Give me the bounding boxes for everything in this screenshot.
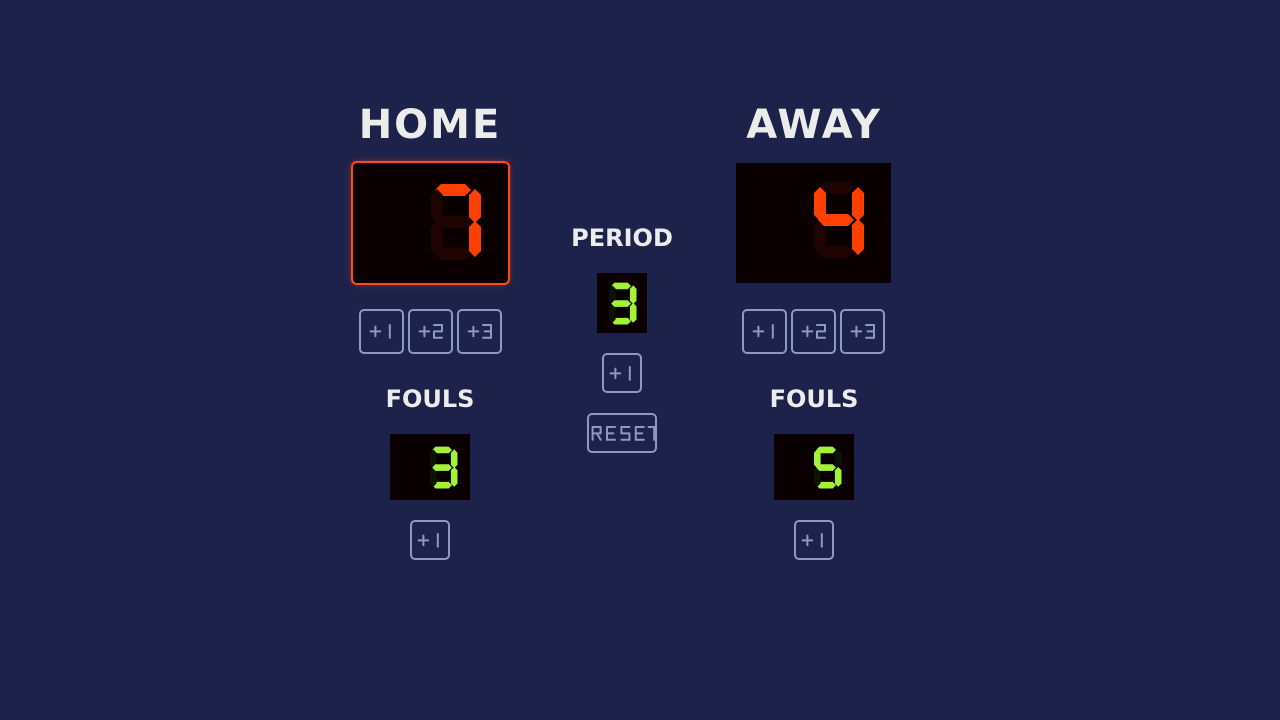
away-add-1-button[interactable] [742,309,787,354]
period-add-button[interactable] [602,353,642,393]
glyph-+ [801,534,814,546]
segment-c [852,219,864,255]
home-add-2-button[interactable] [408,309,453,354]
segment-b [852,187,864,221]
away-title: AWAY [746,102,882,148]
segment-c [450,467,458,487]
away-score-display[interactable] [736,163,891,283]
button-label-glyphs [801,324,826,339]
segment-g [432,464,452,471]
segment-g [818,214,854,226]
button-label-glyphs [752,324,774,339]
button-label-glyphs [467,324,492,339]
button-label-glyphs [591,425,655,441]
segment-b [450,449,458,469]
glyph-S [620,425,631,441]
home-add-1-button[interactable] [359,309,404,354]
segment-b [834,449,842,469]
glyph-3 [864,324,875,339]
away-add-2-button[interactable] [791,309,836,354]
glyph-T [647,425,655,441]
home-fouls-label: FOULS [385,385,475,413]
glyph-+ [467,325,479,338]
segment-c [469,221,481,257]
home-score-display[interactable] [351,161,510,285]
home-foul-add-button[interactable] [410,520,450,560]
home-fouls-digit [430,446,458,489]
glyph-3 [481,324,492,339]
glyph-+ [417,534,430,546]
segment-c [629,303,637,323]
glyph-R [591,425,602,441]
away-fouls-digit [814,446,842,489]
glyph-2 [432,324,443,339]
period-label: PERIOD [571,224,673,252]
home-add-3-button[interactable] [457,309,502,354]
button-label-glyphs [418,324,443,339]
button-label-glyphs [369,324,391,339]
glyph-+ [752,325,764,338]
button-label-glyphs [801,532,824,548]
away-add-3-button[interactable] [840,309,885,354]
glyph-+ [369,325,381,338]
period-display [597,273,647,333]
glyph-+ [801,325,813,338]
glyph-E [606,425,616,441]
away-fouls-label: FOULS [769,385,859,413]
button-label-glyphs [609,365,632,381]
reset-button[interactable] [587,413,657,453]
segment-g [435,216,471,228]
away-foul-add-button[interactable] [794,520,834,560]
period-digit [609,282,637,325]
button-label-glyphs [417,532,440,548]
segment-b [629,285,637,305]
home-title: HOME [358,102,502,148]
glyph-+ [418,325,430,338]
segment-g [611,300,631,307]
home-fouls-display [390,434,470,500]
glyph-E [634,425,645,441]
away-fouls-display [774,434,854,500]
glyph-+ [850,325,862,338]
segment-g [816,464,836,471]
segment-b [469,189,481,223]
away-score-digit [814,182,864,258]
glyph-+ [609,367,622,379]
segment-c [834,467,842,487]
home-score-digit [431,184,481,260]
button-label-glyphs [850,324,875,339]
glyph-2 [815,324,826,339]
